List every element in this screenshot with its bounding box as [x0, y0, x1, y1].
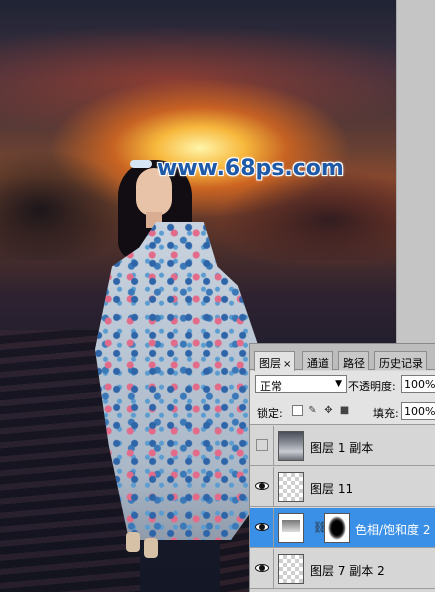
lock-move-icon[interactable]: ✥	[323, 405, 334, 416]
visibility-toggle[interactable]	[250, 467, 274, 507]
lock-brush-icon[interactable]: ✎	[307, 405, 318, 416]
layers-panel: 图层 × 通道 路径 历史记录 正常 ▼ 不透明度: 100% 锁定: ✎ ✥ ■…	[249, 343, 435, 592]
tab-layers[interactable]: 图层 ×	[254, 351, 296, 371]
tab-paths[interactable]: 路径	[338, 351, 369, 370]
close-icon[interactable]: ×	[283, 359, 291, 370]
layer-row[interactable]: 图层 7 副本 2	[250, 549, 435, 589]
layer-thumbnail	[278, 472, 304, 502]
tab-channels-label: 通道	[307, 357, 329, 370]
eye-icon	[255, 563, 269, 573]
layer-row-selected[interactable]: ⛓ 色相/饱和度 2	[250, 508, 435, 548]
visibility-toggle[interactable]	[250, 426, 274, 466]
tab-layers-label: 图层	[259, 357, 281, 370]
blend-row: 正常 ▼ 不透明度: 100%	[250, 371, 435, 397]
layer-name: 图层 7 副本 2	[310, 564, 385, 578]
layer-row[interactable]: 图层 1 副本	[250, 426, 435, 466]
watermark-text: www.68ps.com	[157, 156, 344, 181]
opacity-input[interactable]: 100%	[401, 375, 435, 393]
blend-mode-select[interactable]: 正常 ▼	[255, 375, 347, 393]
layer-thumbnail	[278, 554, 304, 584]
lock-row: 锁定: ✎ ✥ ■ 填充: 100%	[250, 397, 435, 425]
fill-label: 填充:	[373, 407, 399, 420]
layer-name: 图层 11	[310, 482, 354, 496]
layer-thumbnail	[278, 431, 304, 461]
eye-icon	[255, 481, 269, 491]
dropdown-arrow-icon: ▼	[335, 379, 342, 389]
lock-all-icon[interactable]: ■	[339, 405, 350, 416]
layer-row[interactable]: 图层 11	[250, 467, 435, 507]
layer-name: 色相/饱和度 2	[355, 523, 431, 537]
layer-mask-thumbnail[interactable]	[324, 513, 350, 543]
lock-transparent-icon[interactable]	[292, 405, 303, 416]
eye-icon	[255, 522, 269, 532]
layer-name: 图层 1 副本	[310, 441, 374, 455]
blend-mode-value: 正常	[260, 380, 282, 393]
visibility-off-icon	[256, 439, 268, 451]
tab-paths-label: 路径	[343, 357, 365, 370]
tab-history[interactable]: 历史记录	[374, 351, 427, 370]
woman-shoe-right	[144, 538, 158, 558]
floral-dress	[95, 222, 265, 540]
fill-input[interactable]: 100%	[401, 402, 435, 420]
visibility-toggle[interactable]	[250, 508, 274, 548]
hair-flower	[130, 160, 152, 168]
tab-history-label: 历史记录	[379, 357, 423, 370]
lock-label: 锁定:	[257, 407, 283, 420]
panel-tab-bar: 图层 × 通道 路径 历史记录	[250, 344, 435, 371]
tab-channels[interactable]: 通道	[302, 351, 333, 370]
woman-shoe-left	[126, 532, 140, 552]
opacity-label: 不透明度:	[348, 380, 396, 393]
adjustment-thumbnail[interactable]	[278, 513, 304, 543]
visibility-toggle[interactable]	[250, 549, 274, 589]
